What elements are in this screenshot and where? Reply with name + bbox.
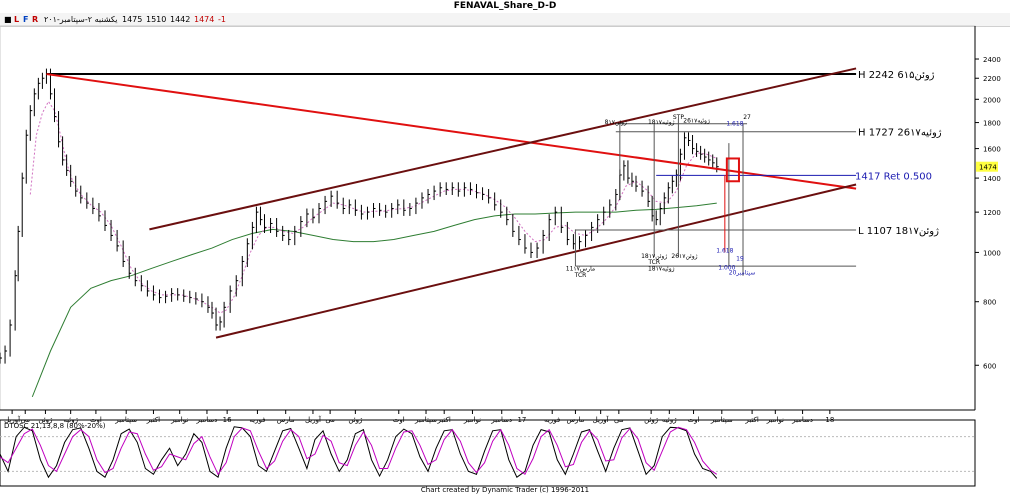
y-tick-label: 600: [983, 362, 996, 370]
annotation-h-1727: H 1727 26ژوئیه۱۷: [858, 128, 942, 139]
y-tick-label: 1000: [983, 249, 1001, 257]
annotation-h-2242: H 2242 6ژوئن۱۵: [858, 70, 935, 81]
price-panel-frame: [0, 25, 976, 411]
footer-credit: Chart created by Dynamic Trader (c) 1996…: [420, 486, 590, 494]
chart-canvas[interactable]: 60080010001200140016001800200022002400آو…: [0, 0, 1010, 495]
chart-small-label: 1.618: [716, 247, 733, 254]
trendline-channel-upper: [149, 67, 857, 231]
y-tick-label: 2000: [983, 96, 1001, 104]
y-tick-label: 800: [983, 299, 996, 307]
y-tick-label: 1600: [983, 146, 1001, 154]
price-bars: [0, 68, 719, 364]
chart-small-label: 18ژوئیه۱۷: [648, 119, 675, 126]
oscillator-k-line: [0, 426, 718, 479]
chart-small-label: TCR: [574, 272, 587, 279]
y-tick-label: 2200: [983, 75, 1001, 83]
oscillator-title: DTOSC 21,13,8,8 (80%-20%): [4, 422, 106, 430]
annotation-l-1107: L 1107 18ژوئن۱۷: [858, 226, 939, 237]
oscillator-d-line: [0, 426, 718, 476]
y-tick-label: 1400: [983, 175, 1001, 183]
y-tick-label: 2400: [983, 56, 1001, 64]
oscillator-panel-frame: [0, 419, 976, 487]
chart-small-label: 26ژوئیه۱۷: [683, 118, 710, 125]
chart-small-label: 26ژوئن۱۷: [671, 253, 697, 260]
y-tick-label: 1800: [983, 120, 1001, 128]
chart-small-label: 18ژوئیه۱۷: [648, 265, 675, 272]
chart-small-label: 20سپتامبر: [729, 269, 755, 276]
y-tick-label: 1200: [983, 209, 1001, 217]
trendline-channel-lower: [215, 183, 857, 339]
annotation-ret-0500: 1417 Ret 0.500: [855, 171, 932, 182]
chart-small-label: 19: [736, 256, 744, 263]
chart-small-label: 27: [743, 114, 751, 121]
chart-small-label: 1.618: [726, 121, 743, 128]
chart-small-label: 8ژوئن۱۷: [605, 119, 627, 126]
current-price-label: 1474: [979, 164, 997, 172]
